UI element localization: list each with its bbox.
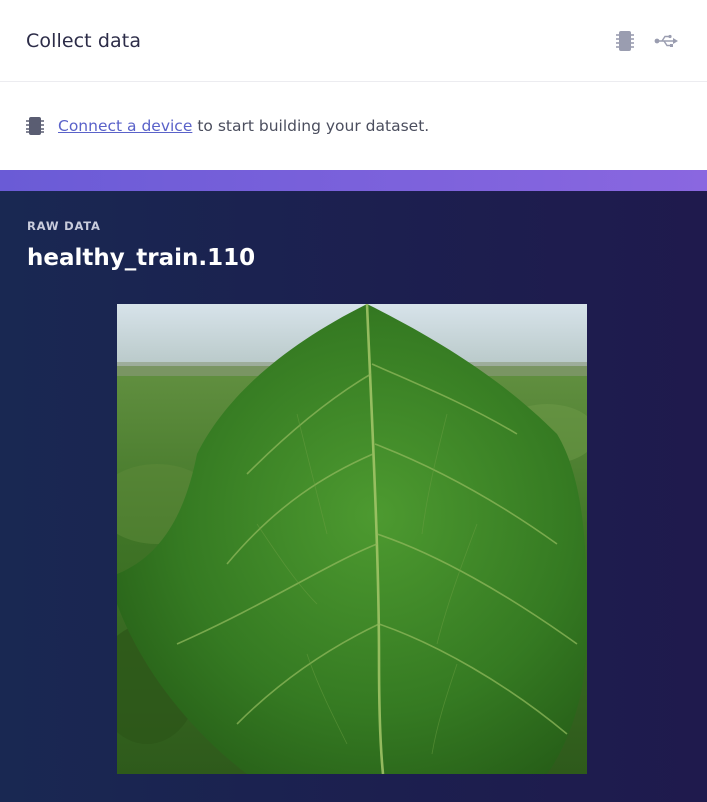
usb-icon[interactable] [654,34,678,48]
chip-icon[interactable] [616,30,634,52]
raw-data-label: RAW DATA [27,219,101,233]
raw-data-panel: RAW DATA healthy_train.110 [0,191,707,802]
page-title: Collect data [26,29,142,52]
connect-device-text: to start building your dataset. [197,117,430,135]
collect-data-card: Collect data Connect a device to start b… [0,0,707,170]
chip-icon [26,116,44,136]
leaf-photo [117,304,587,774]
sample-name: healthy_train.110 [27,245,256,271]
connect-device-row: Connect a device to start building your … [0,82,707,170]
collect-data-header: Collect data [0,0,707,82]
accent-strip [0,170,707,191]
header-icons [616,30,678,52]
connect-device-link[interactable]: Connect a device [58,117,192,135]
